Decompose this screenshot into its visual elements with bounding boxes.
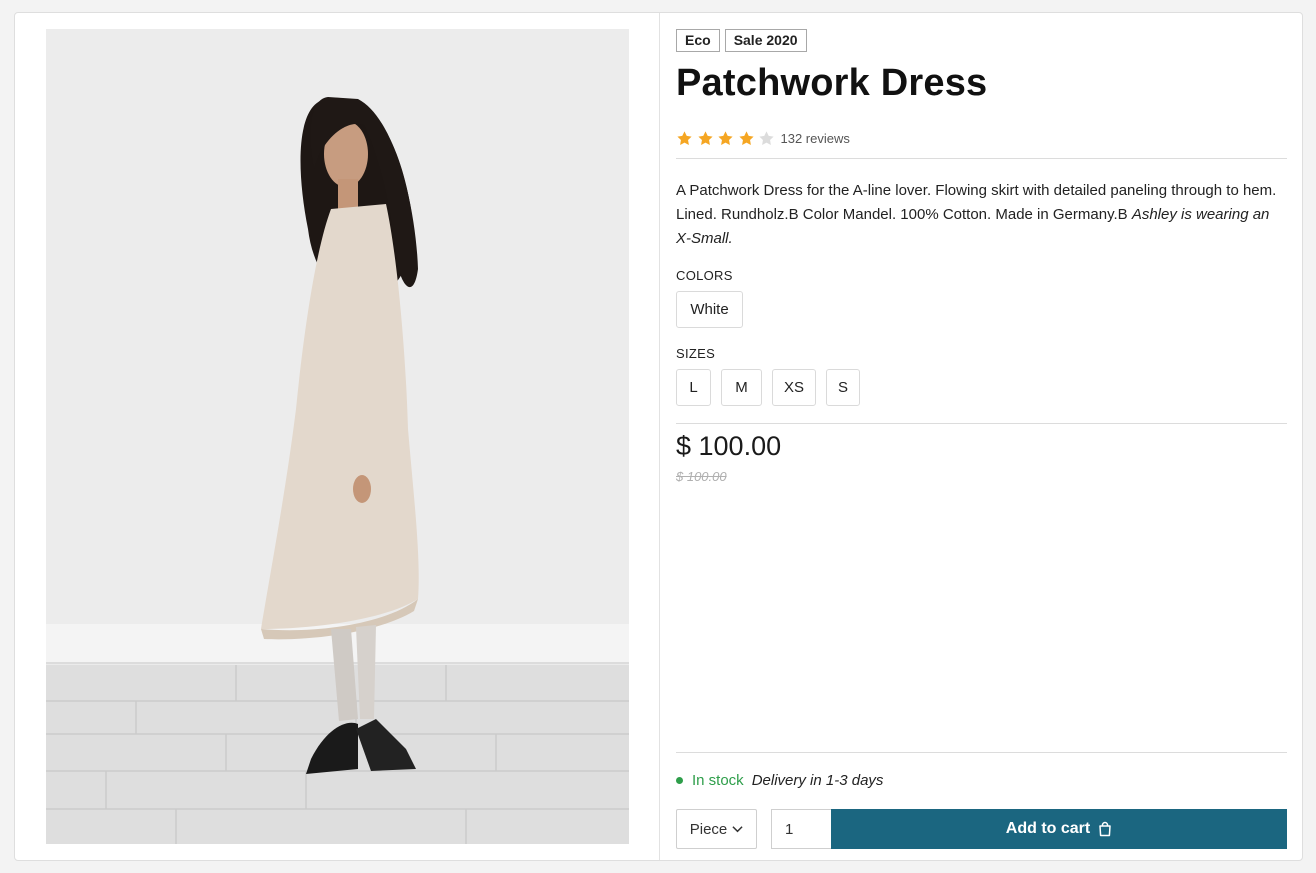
- sizes-label: SIZES: [676, 346, 716, 361]
- reviews-count[interactable]: 132 reviews: [781, 131, 850, 146]
- delivery-info: Delivery in 1-3 days: [751, 772, 884, 789]
- rating[interactable]: 132 reviews: [676, 130, 850, 147]
- star-icon: [738, 131, 754, 145]
- unit-select[interactable]: Piece: [676, 809, 757, 849]
- panel-divider: [659, 13, 660, 860]
- divider: [676, 158, 1287, 159]
- color-options: White: [676, 291, 743, 328]
- badge-sale: Sale 2020: [724, 29, 807, 52]
- shopping-bag-icon: [1099, 821, 1111, 837]
- add-to-cart-label: Add to cart: [1005, 820, 1091, 837]
- size-option-l[interactable]: L: [676, 369, 711, 406]
- size-option-m[interactable]: M: [721, 369, 762, 406]
- size-option-xs[interactable]: XS: [772, 369, 816, 406]
- size-options[interactable]: L M XS S: [676, 369, 860, 406]
- product-image[interactable]: [46, 29, 629, 844]
- star-empty-icon: [759, 131, 774, 145]
- add-to-cart-row: Piece Add to cart: [676, 809, 1287, 849]
- unit-select-value: Piece: [689, 820, 728, 838]
- stock-status: In stock Delivery in 1-3 days: [676, 772, 883, 789]
- product-details: Eco Sale 2020 Patchwork Dress 132 review…: [676, 29, 1287, 849]
- color-option-white[interactable]: White: [676, 291, 743, 328]
- product-title: Patchwork Dress: [676, 62, 988, 104]
- star-icon: [697, 131, 713, 145]
- price: $ 100.00: [676, 431, 782, 461]
- badge-row: Eco Sale 2020: [676, 29, 1287, 53]
- divider: [676, 752, 1287, 753]
- divider: [676, 423, 1287, 424]
- size-option-s[interactable]: S: [826, 369, 860, 406]
- add-to-cart-button[interactable]: Add to cart: [831, 809, 1287, 849]
- chevron-down-icon: [732, 826, 743, 833]
- product-description: A Patchwork Dress for the A-line lover. …: [676, 179, 1287, 251]
- product-card: Eco Sale 2020 Patchwork Dress 132 review…: [14, 12, 1303, 861]
- star-icon: [677, 131, 692, 145]
- in-stock-dot-icon: [676, 777, 683, 784]
- old-price: $ 100.00: [676, 469, 727, 484]
- star-icon: [718, 131, 733, 145]
- badge-eco: Eco: [676, 29, 720, 52]
- quantity-input[interactable]: [771, 809, 831, 849]
- colors-label: COLORS: [676, 268, 733, 283]
- stock-label: In stock: [692, 772, 744, 789]
